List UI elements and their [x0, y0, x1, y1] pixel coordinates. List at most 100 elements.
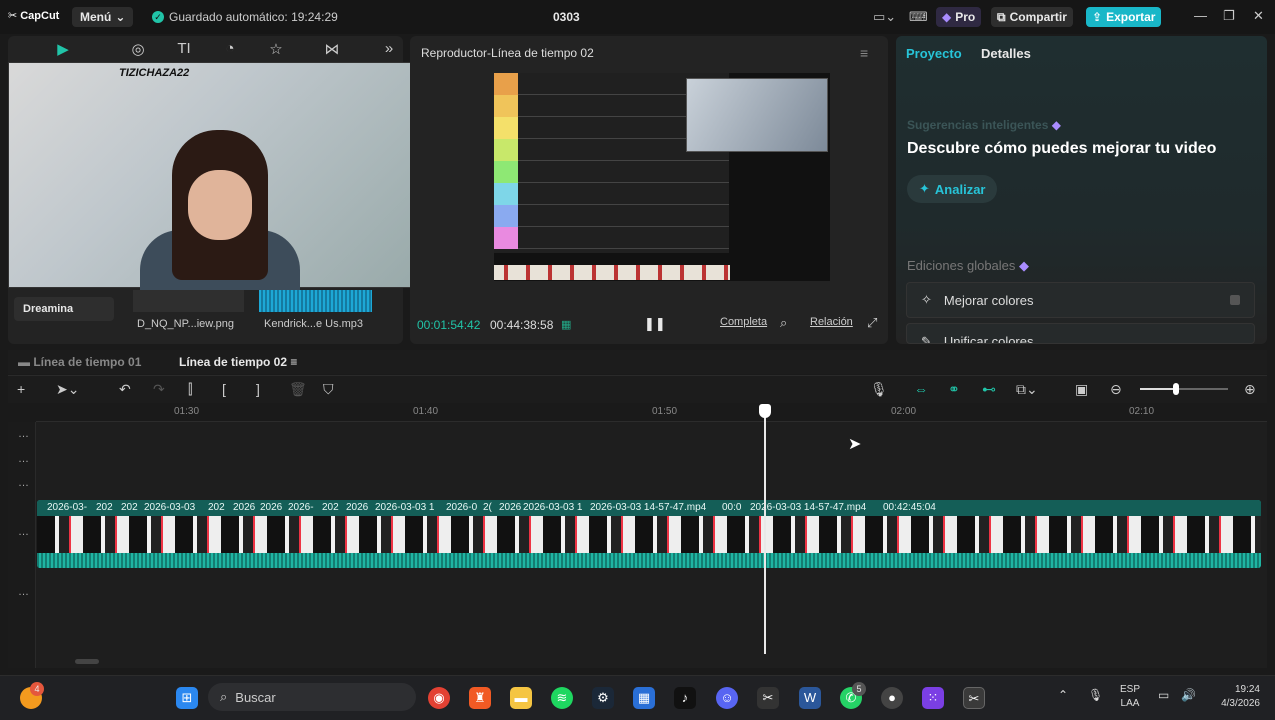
- waveform-icon[interactable]: ▦: [561, 318, 571, 331]
- store-icon[interactable]: ▦: [633, 687, 655, 709]
- playhead-handle[interactable]: [759, 404, 771, 418]
- obs-icon[interactable]: ●: [881, 687, 903, 709]
- effects-icon[interactable]: ☆: [265, 40, 287, 58]
- ratio-button[interactable]: Relación: [810, 316, 853, 328]
- capcut-icon[interactable]: ✂: [757, 687, 779, 709]
- more-tools-icon[interactable]: »: [378, 40, 400, 58]
- playhead[interactable]: [764, 404, 766, 654]
- clip-label[interactable]: 2026-: [288, 502, 314, 513]
- fullscreen-icon[interactable]: ⤢: [867, 315, 877, 331]
- track-options-icon[interactable]: …: [18, 453, 29, 465]
- sticker-icon[interactable]: ◔: [219, 40, 241, 58]
- media-icon[interactable]: ▶: [52, 40, 74, 58]
- export-button[interactable]: ⇪ Exportar: [1086, 7, 1162, 27]
- tab-timeline-01[interactable]: ▬ Línea de tiempo 01: [18, 355, 141, 369]
- zoom-slider[interactable]: [1140, 383, 1228, 395]
- clip-label[interactable]: 2026-03-03 14-57-47.mp4: [750, 502, 866, 513]
- close-icon[interactable]: ✕: [1253, 8, 1264, 24]
- network-icon[interactable]: ▭: [1158, 688, 1169, 702]
- transitions-icon[interactable]: ⋈: [321, 40, 343, 58]
- clip-label[interactable]: 2026-03-03: [144, 502, 195, 513]
- split-icon[interactable]: ⫿: [188, 381, 192, 398]
- zoom-slider-handle[interactable]: [1173, 383, 1179, 395]
- language-indicator[interactable]: ESP LAA: [1120, 683, 1140, 711]
- screen-icon[interactable]: ▣: [1075, 381, 1088, 398]
- grid-app-icon[interactable]: ⁙: [922, 687, 944, 709]
- clip-label[interactable]: 2026-03-03 14-57-47.mp4: [590, 502, 706, 513]
- preview-axis-icon[interactable]: ⧉⌄: [1016, 381, 1038, 398]
- pause-icon[interactable]: ❚❚: [644, 316, 666, 332]
- enhance-colors-option[interactable]: ✧ Mejorar colores: [906, 282, 1255, 318]
- clip-label[interactable]: 202: [96, 502, 113, 513]
- dreamina-button[interactable]: Dreamina: [14, 297, 114, 321]
- discord-icon[interactable]: ☺: [716, 687, 738, 709]
- tiktok-icon[interactable]: ♪: [674, 687, 696, 709]
- restore-icon[interactable]: ❐: [1223, 8, 1235, 24]
- clip-label[interactable]: 2(: [483, 502, 492, 513]
- audio-thumbnail[interactable]: [259, 290, 372, 312]
- select-icon[interactable]: ➤⌄: [56, 381, 79, 398]
- clip-label[interactable]: 2026-03-03 1: [523, 502, 583, 513]
- video-track[interactable]: 2026-03- 202 202 2026-03-03 202 2026 202…: [37, 500, 1261, 568]
- redo-icon[interactable]: ↷: [153, 381, 165, 398]
- tab-timeline-02[interactable]: Línea de tiempo 02 ≡: [179, 355, 297, 369]
- full-quality-button[interactable]: Completa: [720, 316, 767, 328]
- track-options-icon[interactable]: …: [18, 526, 29, 538]
- image-thumbnail[interactable]: [133, 290, 244, 312]
- delete-icon[interactable]: 🗑: [289, 381, 307, 398]
- link-icon[interactable]: ⇔: [914, 381, 928, 397]
- analyze-button[interactable]: ✦ Analizar: [907, 175, 998, 203]
- zoom-icon[interactable]: ⌕: [780, 315, 787, 331]
- taskbar-search[interactable]: ⌕ Buscar: [208, 683, 416, 711]
- trim-left-icon[interactable]: [: [222, 381, 226, 397]
- word-icon[interactable]: W: [799, 687, 821, 709]
- audio-icon[interactable]: ◎: [127, 40, 149, 58]
- horizontal-scrollbar[interactable]: [75, 659, 99, 664]
- undo-icon[interactable]: ↶: [119, 381, 131, 398]
- chain-icon[interactable]: ⊷: [982, 381, 996, 398]
- clip-label[interactable]: 2026-0: [446, 502, 477, 513]
- spotify-icon[interactable]: ≋: [551, 687, 573, 709]
- steam-icon[interactable]: ⚙: [592, 687, 614, 709]
- file-explorer-icon[interactable]: ▬: [510, 687, 532, 709]
- pro-button[interactable]: ◆ Pro: [936, 7, 982, 27]
- brave-icon[interactable]: ♜: [469, 687, 491, 709]
- clock[interactable]: 19:24 4/3/2026: [1208, 683, 1260, 711]
- unify-colors-option[interactable]: ✎ Unificar colores: [906, 323, 1255, 344]
- clip-label[interactable]: 00:42:45:04: [883, 502, 936, 513]
- menu-icon[interactable]: ≡: [860, 45, 868, 61]
- microphone-icon[interactable]: 🎙: [870, 381, 888, 398]
- minimize-icon[interactable]: —: [1194, 8, 1207, 23]
- tab-project[interactable]: Proyecto: [906, 46, 962, 61]
- track-options-icon[interactable]: …: [18, 428, 29, 440]
- clip-label[interactable]: 202: [208, 502, 225, 513]
- capcut-active-icon[interactable]: ✂: [963, 687, 985, 709]
- clip-label[interactable]: 202: [322, 502, 339, 513]
- tray-expand-icon[interactable]: ⌃: [1058, 688, 1068, 702]
- clip-label[interactable]: 202: [121, 502, 138, 513]
- menu-button[interactable]: Menú ⌄: [72, 7, 134, 27]
- magnet-icon[interactable]: ⚭: [948, 381, 960, 398]
- shield-icon[interactable]: ⛉: [323, 381, 334, 398]
- share-button[interactable]: ⧉ Compartir: [991, 7, 1073, 27]
- add-icon[interactable]: +: [17, 381, 25, 397]
- trim-right-icon[interactable]: ]: [256, 381, 260, 397]
- chrome-icon[interactable]: ◉: [428, 687, 450, 709]
- shortcuts-icon[interactable]: ⌨: [909, 9, 928, 25]
- tab-details[interactable]: Detalles: [981, 46, 1031, 61]
- microphone-icon[interactable]: 🎙: [1088, 688, 1103, 702]
- clip-label[interactable]: 2026: [233, 502, 255, 513]
- zoom-in-icon[interactable]: ⊕: [1244, 381, 1256, 398]
- layout-icon[interactable]: ▭⌄: [873, 9, 896, 25]
- text-icon[interactable]: TI: [173, 40, 195, 58]
- clip-label[interactable]: 2026-03-: [47, 502, 87, 513]
- toggle[interactable]: [1230, 295, 1240, 305]
- track-options-icon[interactable]: …: [18, 586, 29, 598]
- clip-label[interactable]: 00:0: [722, 502, 741, 513]
- volume-icon[interactable]: 🔊: [1181, 688, 1196, 702]
- track-options-icon[interactable]: …: [18, 477, 29, 489]
- clip-label[interactable]: 2026: [260, 502, 282, 513]
- windows-start-icon[interactable]: ⊞: [176, 687, 198, 709]
- clip-label[interactable]: 2026: [499, 502, 521, 513]
- zoom-out-icon[interactable]: ⊖: [1110, 381, 1122, 398]
